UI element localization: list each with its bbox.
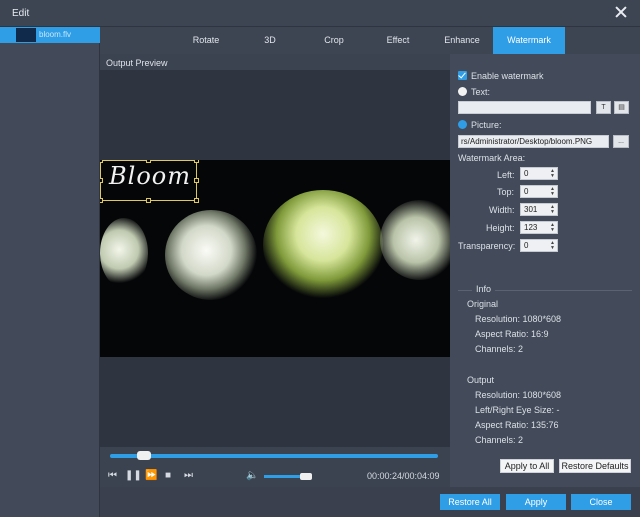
output-preview: Bloom xyxy=(100,70,450,447)
stop-icon[interactable]: ■ xyxy=(165,470,171,482)
preview-label: Output Preview xyxy=(106,58,168,68)
resize-handle[interactable] xyxy=(194,160,199,163)
resize-handle[interactable] xyxy=(194,178,199,183)
close-button[interactable]: Close xyxy=(571,494,631,510)
apply-to-all-button[interactable]: Apply to All xyxy=(500,459,554,473)
enable-watermark-label: Enable watermark xyxy=(471,71,544,81)
video-frame: Bloom xyxy=(100,160,450,357)
flower-image xyxy=(100,218,148,288)
file-list-item[interactable]: bloom.flv xyxy=(0,27,100,43)
edit-tabs: Rotate 3D Crop Effect Enhance Watermark xyxy=(100,27,640,54)
file-sidebar: bloom.flv xyxy=(0,27,100,517)
output-aspect-ratio: Aspect Ratio: 135:76 xyxy=(475,420,559,430)
enable-watermark-checkbox[interactable] xyxy=(458,71,467,80)
output-label: Output xyxy=(467,375,495,385)
font-icon[interactable]: T xyxy=(596,101,611,114)
transparency-stepper[interactable]: 0 ▲ ▼ xyxy=(520,239,558,252)
seek-bar[interactable] xyxy=(110,454,438,458)
resize-handle[interactable] xyxy=(100,178,103,183)
tab-watermark[interactable]: Watermark xyxy=(493,27,565,54)
original-label: Original xyxy=(467,299,499,309)
height-stepper[interactable]: 123 ▲ ▼ xyxy=(520,221,558,234)
picture-path-input[interactable]: rs/Administrator/Desktop/bloom.PNG xyxy=(458,135,609,148)
resize-handle[interactable] xyxy=(146,198,151,203)
pause-icon[interactable]: ❚❚ xyxy=(125,470,142,482)
top-stepper[interactable]: 0 ▲ ▼ xyxy=(520,185,558,198)
resize-handle[interactable] xyxy=(194,198,199,203)
picture-radio[interactable] xyxy=(458,120,467,129)
volume-handle[interactable] xyxy=(300,473,312,480)
browse-button[interactable]: ... xyxy=(613,135,629,148)
resize-handle[interactable] xyxy=(146,160,151,163)
video-thumbnail xyxy=(16,28,36,42)
resize-handle[interactable] xyxy=(100,198,103,203)
skip-forward-icon[interactable]: ⏭ xyxy=(184,470,193,482)
original-channels: Channels: 2 xyxy=(475,344,524,354)
top-label: Top: xyxy=(497,187,515,197)
text-label: Text: xyxy=(471,87,491,97)
left-stepper[interactable]: 0 ▲ ▼ xyxy=(520,167,558,180)
restore-all-button[interactable]: Restore All xyxy=(440,494,500,510)
title-bar: Edit xyxy=(0,0,640,27)
watermark-panel: Enable watermark Text: T ▤ Picture: rs/A… xyxy=(450,54,640,487)
flower-image xyxy=(380,200,450,280)
bottom-bar: Restore All Apply Close xyxy=(100,487,640,517)
resize-handle[interactable] xyxy=(100,160,103,163)
tab-effect[interactable]: Effect xyxy=(372,27,424,54)
apply-button[interactable]: Apply xyxy=(506,494,566,510)
watermark-area-label: Watermark Area: xyxy=(458,153,526,163)
picture-label: Picture: xyxy=(471,120,502,130)
original-resolution: Resolution: 1080*608 xyxy=(475,314,562,324)
close-icon[interactable] xyxy=(614,5,628,19)
watermark-text: Bloom xyxy=(109,162,191,190)
original-aspect-ratio: Aspect Ratio: 16:9 xyxy=(475,329,549,339)
skip-back-icon[interactable]: ⏮ xyxy=(108,470,117,482)
width-stepper[interactable]: 301 ▲ ▼ xyxy=(520,203,558,216)
restore-defaults-button[interactable]: Restore Defaults xyxy=(559,459,631,473)
text-style-icon[interactable]: ▤ xyxy=(614,101,629,114)
seek-handle[interactable] xyxy=(137,451,151,460)
window-title: Edit xyxy=(12,8,30,19)
file-name: bloom.flv xyxy=(39,30,72,39)
tab-3d[interactable]: 3D xyxy=(245,27,295,54)
tab-enhance[interactable]: Enhance xyxy=(436,27,488,54)
info-section: Info Original Resolution: 1080*608 Aspec… xyxy=(458,284,632,470)
flower-image xyxy=(263,190,383,300)
output-channels: Channels: 2 xyxy=(475,435,524,445)
tab-rotate[interactable]: Rotate xyxy=(180,27,232,54)
volume-icon[interactable]: 🔈 xyxy=(246,470,258,482)
height-label: Height: xyxy=(486,223,515,233)
width-label: Width: xyxy=(489,205,515,215)
tab-crop[interactable]: Crop xyxy=(310,27,358,54)
info-title: Info xyxy=(472,284,496,294)
text-radio[interactable] xyxy=(458,87,467,96)
watermark-overlay[interactable]: Bloom xyxy=(100,160,197,201)
player-controls: ⏮ ❚❚ ⏩ ■ ⏭ 🔈 00:00:24/00:04:09 xyxy=(100,466,450,487)
flower-image xyxy=(165,210,257,300)
transparency-label: Transparency: xyxy=(458,241,516,251)
output-resolution: Resolution: 1080*608 xyxy=(475,390,562,400)
timecode: 00:00:24/00:04:09 xyxy=(367,471,440,481)
output-eye-size: Left/Right Eye Size: - xyxy=(475,405,560,415)
text-input[interactable] xyxy=(458,101,591,114)
fast-forward-icon[interactable]: ⏩ xyxy=(145,470,157,482)
left-label: Left: xyxy=(497,170,515,180)
